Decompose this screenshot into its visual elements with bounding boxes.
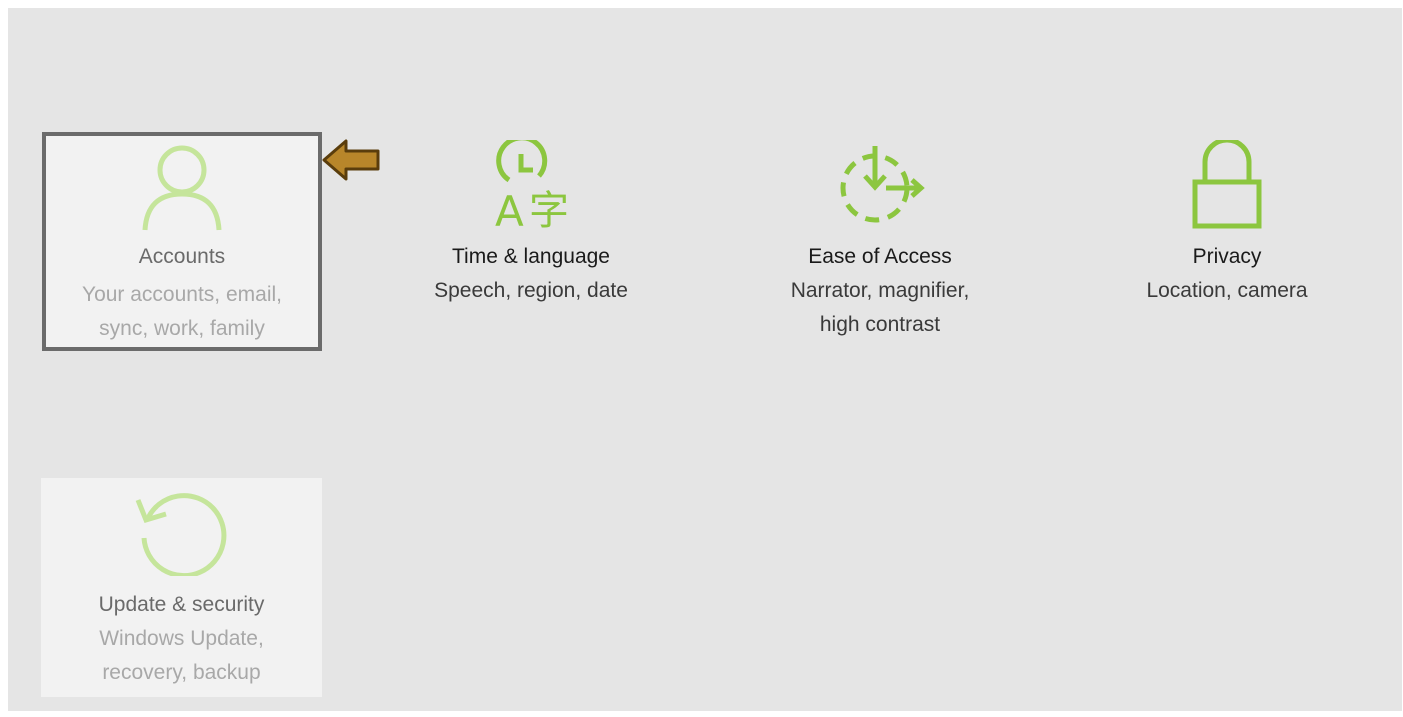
tile-privacy[interactable]: Privacy Location, camera xyxy=(1087,132,1367,351)
tile-ease-of-access[interactable]: Ease of Access Narrator, magnifier, high… xyxy=(729,132,1031,351)
tile-time-language[interactable]: A 字 Time & language Speech, region, date xyxy=(380,132,682,351)
tile-description: Narrator, magnifier, high contrast xyxy=(790,279,970,336)
tile-description: Location, camera xyxy=(1146,279,1308,302)
tile-description: Your accounts, email, sync, work, family xyxy=(81,283,282,340)
tile-title: Update & security xyxy=(98,593,265,616)
tile-description: Windows Update, recovery, backup xyxy=(99,627,264,684)
tile-update-security[interactable]: Update & security Windows Update, recove… xyxy=(41,478,322,697)
tile-title: Privacy xyxy=(1192,245,1262,268)
lock-icon xyxy=(1192,140,1262,229)
tile-title: Ease of Access xyxy=(808,245,952,268)
person-icon xyxy=(142,145,222,231)
pointer-arrow-icon xyxy=(322,139,380,181)
update-icon xyxy=(135,493,226,576)
svg-text:字: 字 xyxy=(529,188,569,230)
ease-of-access-icon xyxy=(840,146,925,223)
tile-title: Accounts xyxy=(138,245,226,268)
tile-accounts[interactable]: Accounts Your accounts, email, sync, wor… xyxy=(42,132,322,351)
tile-description: Speech, region, date xyxy=(434,279,628,302)
time-language-icon: A 字 xyxy=(495,140,569,230)
svg-text:A: A xyxy=(495,187,524,230)
tile-title: Time & language xyxy=(452,245,610,268)
